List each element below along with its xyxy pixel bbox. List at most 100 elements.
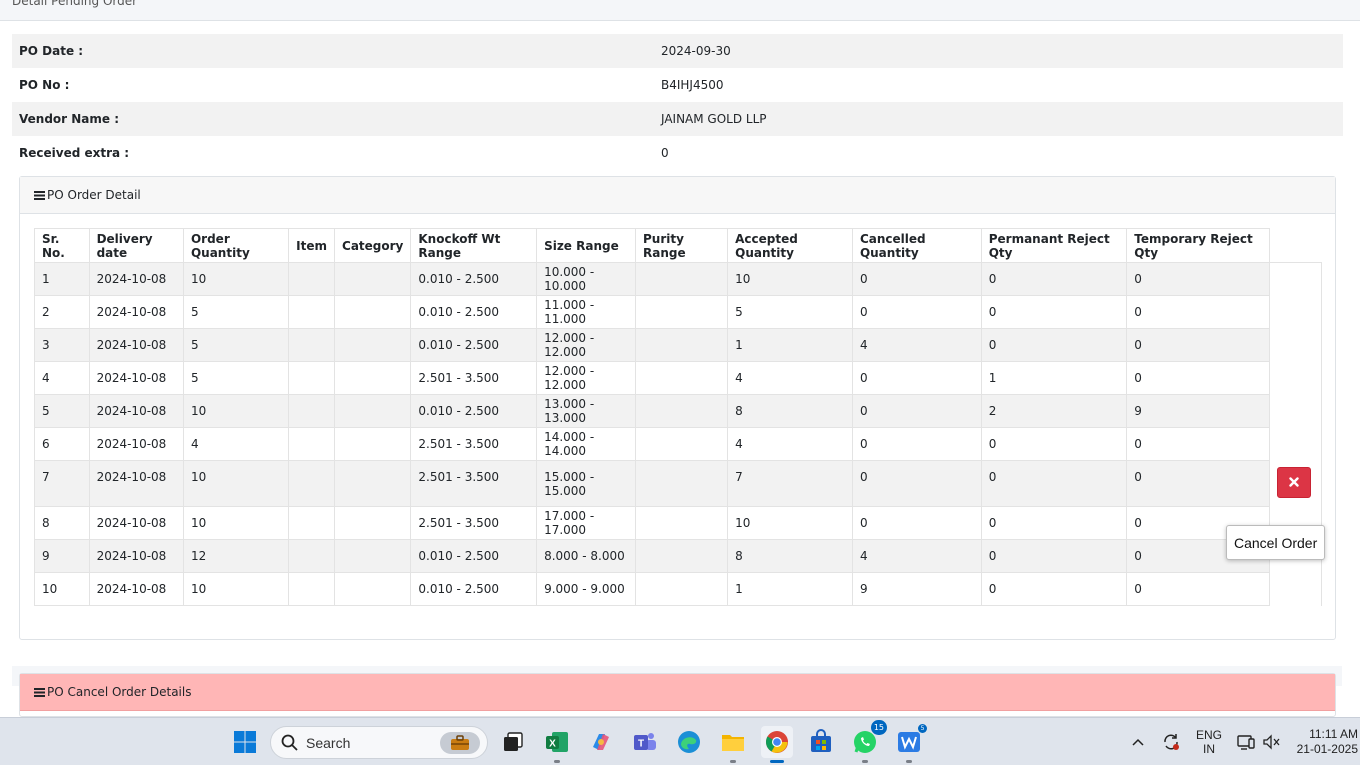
excel-app[interactable]: X	[541, 726, 573, 763]
copilot-icon	[593, 734, 609, 750]
language-indicator[interactable]: ENG IN	[1190, 718, 1228, 765]
cell-item	[288, 460, 336, 507]
cell-cancelled-quantity: 4	[851, 328, 982, 362]
table-row: 8 2024-10-08 10 2.501 - 3.500 17.000 - 17.00…	[34, 506, 1323, 540]
running-indicator	[906, 760, 912, 763]
cell-sr-no: 8	[34, 506, 90, 540]
chevron-up-icon	[1132, 738, 1144, 746]
cell-knockoff-wt-range: 0.010 - 2.500	[410, 295, 538, 329]
clock[interactable]: 11:11 AM 21-01-2025	[1290, 718, 1360, 765]
cell-accepted-quantity: 10	[727, 262, 853, 296]
po-cancel-detail-header[interactable]: PO Cancel Order Details	[20, 674, 1335, 711]
search-icon	[281, 734, 298, 751]
cell-accepted-quantity: 5	[727, 295, 853, 329]
cell-knockoff-wt-range: 0.010 - 2.500	[410, 262, 538, 296]
cell-temporary-reject-qty: 0	[1126, 328, 1270, 362]
received-extra-label: Received extra :	[19, 146, 130, 160]
cell-sr-no: 1	[34, 262, 90, 296]
order-table-body: 1 2024-10-08 10 0.010 - 2.500 10.000 - 10.00…	[34, 262, 1323, 606]
cell-delivery-date: 2024-10-08	[88, 361, 184, 395]
po-date-row: PO Date : 2024-09-30	[12, 34, 1343, 68]
cell-delivery-date: 2024-10-08	[88, 427, 184, 461]
cell-action	[1268, 328, 1323, 362]
sync-status-button[interactable]	[1158, 718, 1184, 765]
windows-logo-icon	[234, 731, 256, 753]
cell-delivery-date: 2024-10-08	[88, 295, 184, 329]
cell-action	[1268, 572, 1323, 606]
taskbar-search[interactable]: Search	[270, 726, 488, 759]
table-row: 9 2024-10-08 12 0.010 - 2.500 8.000 - 8.000 8…	[34, 539, 1323, 573]
cell-temporary-reject-qty: 0	[1126, 361, 1270, 395]
column-header-permanant-reject-qty: Permanant Reject Qty	[980, 228, 1128, 263]
cell-cancelled-quantity: 4	[851, 539, 982, 573]
cell-category	[334, 427, 412, 461]
cell-permanant-reject-qty: 2	[980, 394, 1128, 428]
cell-sr-no: 2	[34, 295, 90, 329]
cell-action	[1268, 460, 1323, 507]
cell-category	[334, 572, 412, 606]
copilot-app[interactable]	[585, 726, 617, 758]
language-code: ENG	[1195, 728, 1222, 742]
vendor-name-value: JAINAM GOLD LLP	[661, 112, 767, 126]
cell-permanant-reject-qty: 0	[980, 572, 1128, 606]
cell-purity-range	[635, 328, 729, 362]
po-order-detail-header[interactable]: PO Order Detail	[20, 177, 1335, 214]
cell-order-quantity: 5	[182, 295, 290, 329]
column-header-category: Category	[334, 228, 412, 263]
running-indicator	[730, 760, 736, 763]
cell-size-range: 8.000 - 8.000	[536, 539, 637, 573]
cell-purity-range	[635, 262, 729, 296]
cell-order-quantity: 10	[182, 572, 290, 606]
cell-order-quantity: 10	[182, 506, 290, 540]
teams-app[interactable]: T	[629, 726, 661, 758]
volume-button[interactable]	[1260, 718, 1282, 765]
task-view-button[interactable]	[497, 726, 529, 758]
received-extra-row: Received extra : 0	[12, 136, 1343, 170]
briefcase-icon	[440, 732, 480, 754]
cell-category	[334, 328, 412, 362]
cell-sr-no: 7	[34, 460, 90, 507]
cell-delivery-date: 2024-10-08	[88, 506, 184, 540]
cell-permanant-reject-qty: 0	[980, 295, 1128, 329]
cell-cancelled-quantity: 0	[851, 295, 982, 329]
cell-delivery-date: 2024-10-08	[88, 394, 184, 428]
chrome-app[interactable]	[761, 726, 793, 763]
network-button[interactable]	[1235, 718, 1257, 765]
received-extra-value: 0	[661, 146, 669, 160]
cell-temporary-reject-qty: 9	[1126, 394, 1270, 428]
cell-purity-range	[635, 427, 729, 461]
cell-item	[288, 328, 336, 362]
cell-order-quantity: 10	[182, 460, 290, 507]
store-app[interactable]	[805, 726, 837, 758]
cell-item	[288, 427, 336, 461]
po-date-value: 2024-09-30	[661, 44, 731, 58]
cancel-order-button[interactable]	[1276, 466, 1311, 498]
po-no-row: PO No : B4IHJ4500	[12, 68, 1343, 102]
cell-permanant-reject-qty: 0	[980, 506, 1128, 540]
cell-accepted-quantity: 8	[727, 539, 853, 573]
cell-category	[334, 506, 412, 540]
start-button[interactable]	[229, 726, 261, 758]
cell-size-range: 14.000 - 14.000	[536, 427, 637, 461]
cell-accepted-quantity: 4	[727, 361, 853, 395]
cell-size-range: 11.000 - 11.000	[536, 295, 637, 329]
edge-app[interactable]	[673, 726, 705, 758]
bars-icon	[34, 687, 45, 697]
cell-purity-range	[635, 506, 729, 540]
cancel-order-tooltip: Cancel Order	[1226, 525, 1326, 560]
cell-accepted-quantity: 7	[727, 460, 853, 507]
cell-cancelled-quantity: 0	[851, 394, 982, 428]
file-explorer-app[interactable]	[717, 726, 749, 763]
cell-action	[1268, 427, 1323, 461]
cell-size-range: 12.000 - 12.000	[536, 361, 637, 395]
cell-order-quantity: 4	[182, 427, 290, 461]
cell-accepted-quantity: 1	[727, 572, 853, 606]
cell-order-quantity: 10	[182, 394, 290, 428]
word-app[interactable]: 5	[893, 724, 927, 763]
cell-knockoff-wt-range: 0.010 - 2.500	[410, 572, 538, 606]
show-hidden-icons-button[interactable]	[1128, 718, 1148, 765]
whatsapp-app[interactable]: 15	[849, 720, 887, 763]
cell-action	[1268, 361, 1323, 395]
cell-size-range: 13.000 - 13.000	[536, 394, 637, 428]
po-no-value: B4IHJ4500	[661, 78, 724, 92]
